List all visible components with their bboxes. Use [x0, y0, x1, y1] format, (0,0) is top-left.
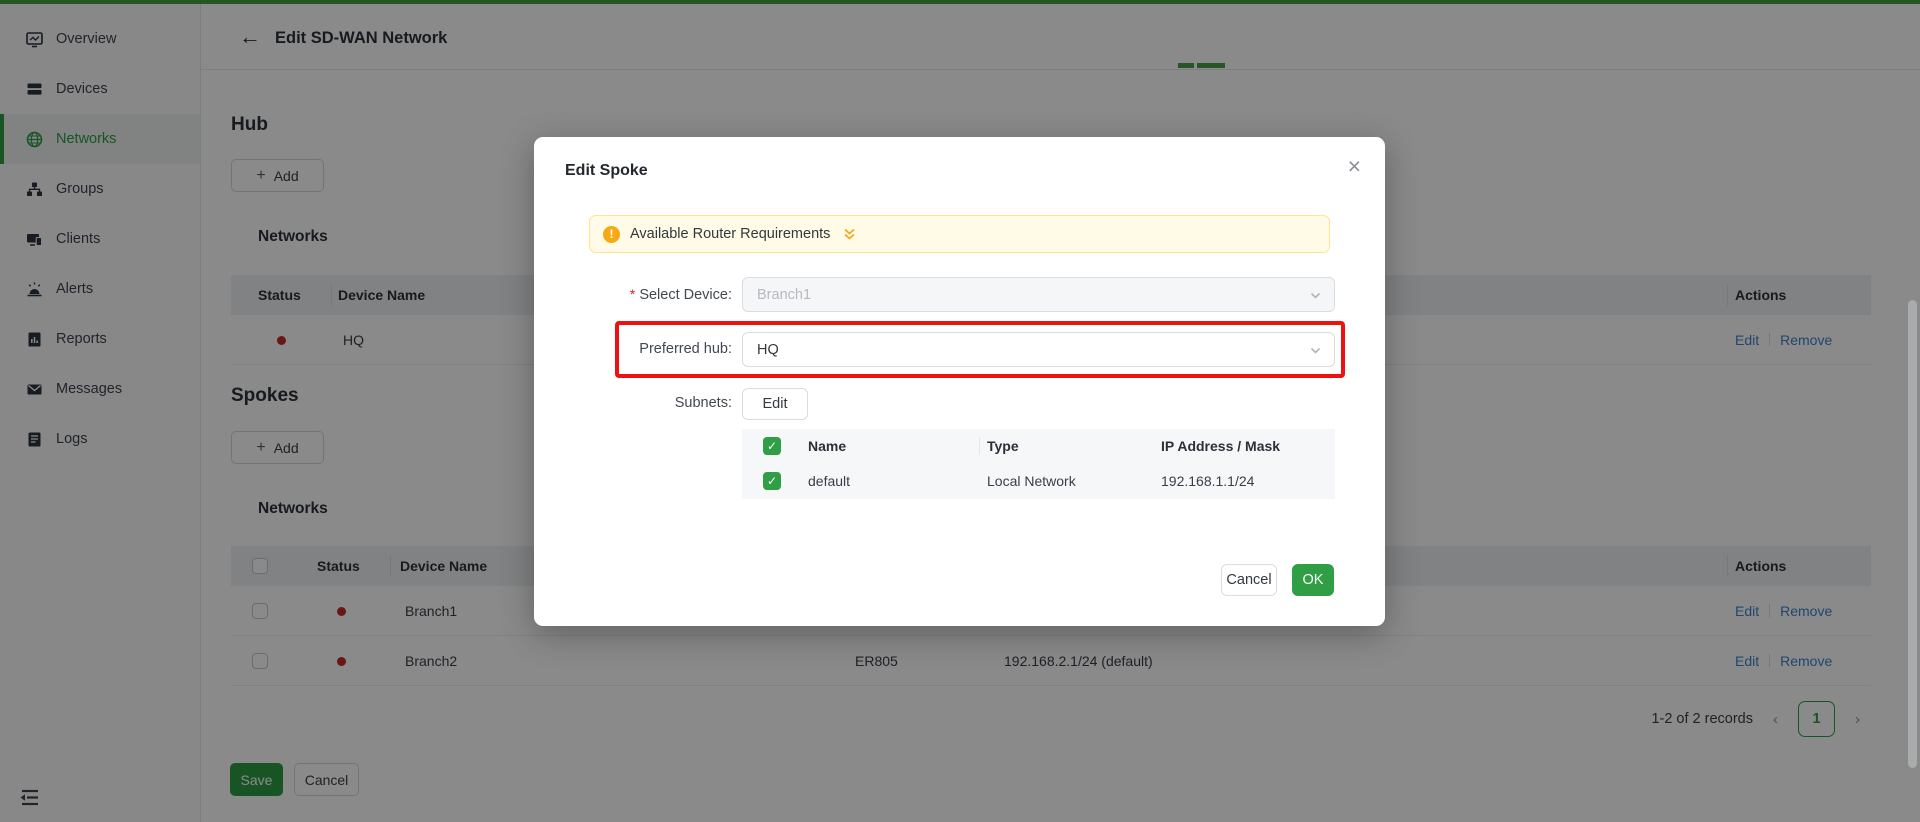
router-requirements-alert: ! Available Router Requirements [589, 215, 1330, 253]
double-chevron-down-icon[interactable] [842, 227, 857, 242]
modal-cancel-button[interactable]: Cancel [1221, 564, 1277, 596]
select-device-label: *Select Device: [534, 286, 732, 303]
column-divider [979, 437, 980, 455]
subnets-label: Subnets: [534, 395, 732, 411]
subnet-select-all-checkbox[interactable]: ✓ [763, 437, 781, 455]
warning-icon: ! [603, 226, 620, 243]
subnet-header-row: ✓ Name Type IP Address / Mask [742, 429, 1335, 463]
select-device-value: Branch1 [757, 287, 811, 303]
subnets-edit-button[interactable]: Edit [742, 388, 808, 420]
subnet-name-cell: default [808, 463, 850, 499]
required-asterisk: * [630, 286, 635, 302]
subnet-row: ✓ default Local Network 192.168.1.1/24 [742, 463, 1335, 499]
screen: Overview Devices Networks [0, 0, 1920, 822]
col-type: Type [987, 429, 1019, 463]
chevron-down-icon [1309, 289, 1322, 306]
subnet-type-cell: Local Network [987, 463, 1076, 499]
alert-text: Available Router Requirements [630, 226, 830, 242]
modal-ok-button[interactable]: OK [1292, 564, 1334, 596]
modal-title: Edit Spoke [565, 162, 648, 180]
col-name: Name [808, 429, 846, 463]
edit-spoke-modal: Edit Spoke × ! Available Router Requirem… [534, 137, 1385, 626]
vertical-scrollbar-thumb[interactable] [1908, 300, 1917, 768]
subnet-ip-cell: 192.168.1.1/24 [1161, 463, 1254, 499]
col-ip-mask: IP Address / Mask [1161, 429, 1280, 463]
chevron-down-icon [1309, 344, 1322, 361]
select-device-dropdown[interactable]: Branch1 [742, 277, 1335, 312]
preferred-hub-value: HQ [757, 342, 779, 358]
preferred-hub-dropdown[interactable]: HQ [742, 332, 1335, 367]
subnet-row-checkbox[interactable]: ✓ [763, 472, 781, 490]
preferred-hub-label: Preferred hub: [534, 341, 732, 357]
close-icon[interactable]: × [1348, 155, 1361, 178]
subnets-table: ✓ Name Type IP Address / Mask ✓ default … [742, 429, 1335, 499]
